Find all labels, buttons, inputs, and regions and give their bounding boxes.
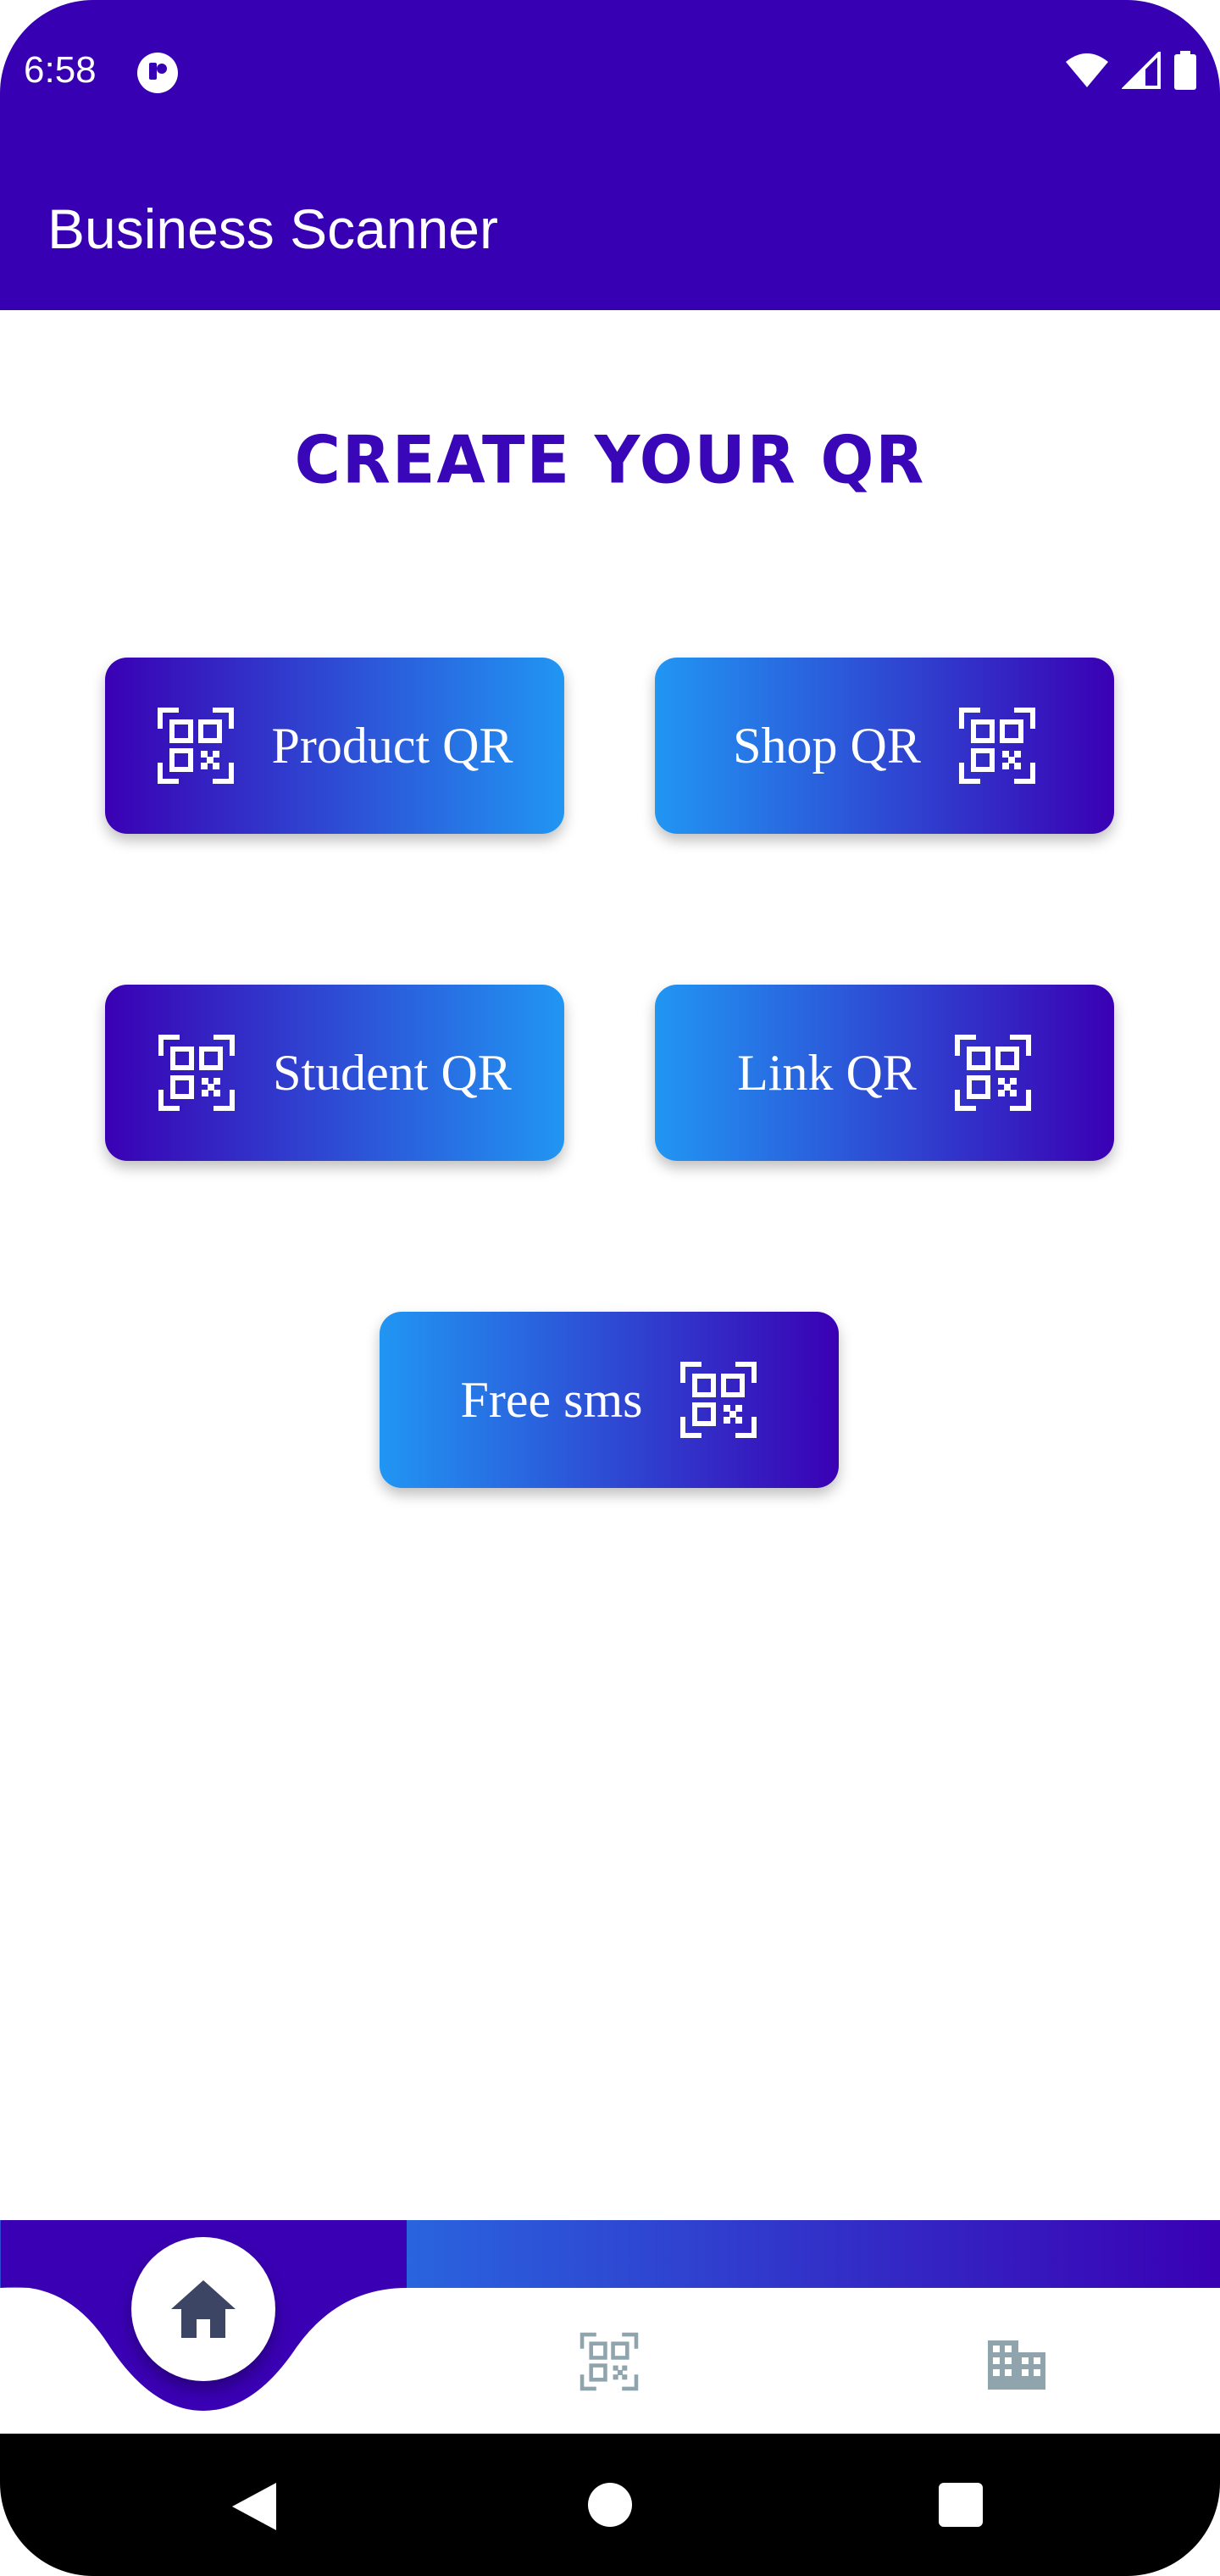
battery-icon <box>1174 51 1196 90</box>
signal-icon <box>1122 52 1161 89</box>
product-qr-label: Product QR <box>271 717 513 774</box>
shop-qr-button[interactable]: Shop QR <box>655 658 1114 834</box>
notification-app-icon <box>137 53 178 93</box>
qr-code-icon <box>680 1362 757 1438</box>
status-time: 6:58 <box>24 49 97 91</box>
qr-code-icon <box>958 708 1035 784</box>
page-heading: CREATE YOUR QR <box>294 421 926 499</box>
link-qr-button[interactable]: Link QR <box>655 985 1114 1161</box>
free-sms-button[interactable]: Free sms <box>380 1312 839 1488</box>
recents-icon[interactable] <box>939 2483 983 2527</box>
app-title: Business Scanner <box>47 197 498 260</box>
nav-qr-button[interactable] <box>580 2332 639 2391</box>
status-icons <box>1064 51 1198 90</box>
student-qr-button[interactable]: Student QR <box>105 985 564 1161</box>
link-qr-label: Link QR <box>737 1044 917 1101</box>
building-icon <box>988 2340 1045 2390</box>
nav-home-button[interactable] <box>131 2237 275 2381</box>
qr-code-icon <box>158 1035 236 1111</box>
qr-code-icon <box>157 708 234 784</box>
app-screen: 6:58 Business Scanner CREATE YOUR QR Pro… <box>0 0 1220 2576</box>
qr-code-icon <box>580 2332 639 2391</box>
free-sms-label: Free sms <box>460 1371 643 1428</box>
shop-qr-label: Shop QR <box>733 717 921 774</box>
nav-building-button[interactable] <box>986 2332 1047 2393</box>
back-icon[interactable] <box>230 2481 278 2532</box>
home-nav-icon[interactable] <box>588 2483 632 2527</box>
app-bar: 6:58 Business Scanner <box>0 0 1220 310</box>
product-qr-button[interactable]: Product QR <box>105 658 564 834</box>
student-qr-label: Student QR <box>273 1044 512 1101</box>
qr-code-icon <box>954 1035 1031 1111</box>
wifi-icon <box>1066 53 1108 87</box>
home-icon <box>171 2280 236 2338</box>
